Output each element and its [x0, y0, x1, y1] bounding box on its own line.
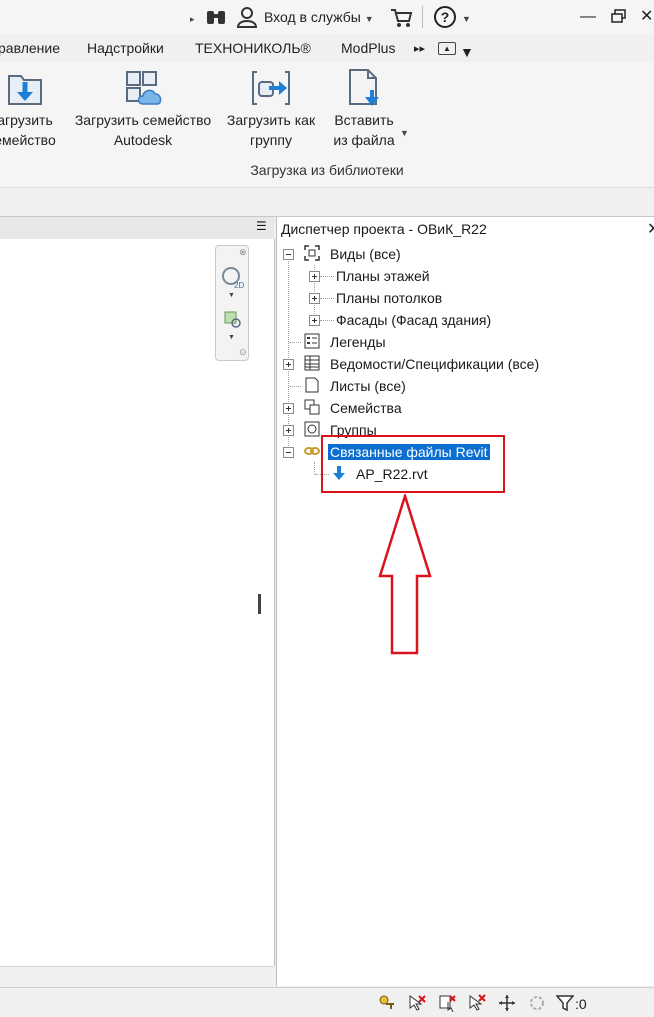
- link-icon: [304, 447, 320, 455]
- view-menu-icon[interactable]: ☰: [256, 219, 267, 233]
- groups-icon: [304, 421, 320, 437]
- expand-toggle[interactable]: [283, 425, 294, 436]
- insert-dropdown-icon[interactable]: ▼: [400, 128, 409, 138]
- insert-from-file-button[interactable]: Вставить из файла: [324, 66, 404, 150]
- title-bar: ▸ Вход в службы ▼ ? ▼ — ✕: [0, 0, 654, 34]
- load-as-group-icon: [252, 71, 290, 105]
- user-icon[interactable]: [236, 6, 258, 28]
- load-family-label: агрузить емейство: [0, 112, 56, 148]
- navbar-close-icon[interactable]: ⊗: [239, 247, 247, 258]
- tab-modplus[interactable]: ModPlus: [341, 40, 395, 56]
- signin-label: Вход в службы: [264, 9, 361, 25]
- navigation-bar: ⊗ 2D ▼ ▼ ⊙: [215, 245, 249, 361]
- schedule-icon: [304, 355, 320, 371]
- separator: [422, 6, 423, 28]
- browser-title: Диспетчер проекта - ОВиК_R22: [281, 221, 487, 237]
- tree-node-views[interactable]: Виды (все): [330, 243, 401, 265]
- tree-node-legends[interactable]: Легенды: [330, 331, 386, 353]
- views-icon: [304, 245, 320, 261]
- tree-node-families[interactable]: Семейства: [330, 397, 402, 419]
- load-family-button[interactable]: агрузить емейство: [0, 66, 70, 150]
- insert-from-file-icon: [349, 69, 379, 106]
- zoom-region-icon[interactable]: [223, 310, 243, 330]
- tree-line: [320, 276, 334, 277]
- ribbon-minimize-icon[interactable]: ▲: [438, 42, 456, 55]
- select-links-icon[interactable]: [408, 994, 426, 1012]
- wheel-dropdown-icon[interactable]: ▼: [228, 292, 235, 299]
- ribbon-tabs: равление Надстройки ТЕХНОНИКОЛЬ® ModPlus…: [0, 36, 654, 62]
- tree-node-ceiling-plans[interactable]: Планы потолков: [336, 287, 442, 309]
- restore-icon[interactable]: [611, 9, 627, 23]
- steering-wheel-2d-icon[interactable]: 2D: [221, 266, 245, 290]
- tab-management[interactable]: равление: [0, 40, 60, 56]
- minimize-icon[interactable]: —: [580, 6, 596, 28]
- dropdown-caret-icon[interactable]: ▸: [190, 6, 195, 28]
- drag-elements-icon[interactable]: [528, 994, 546, 1012]
- filter-icon[interactable]: [556, 994, 574, 1012]
- highlight-box: [321, 435, 505, 493]
- up-arrow-annotation: [378, 494, 432, 655]
- filter-count: :0: [575, 996, 587, 1012]
- ribbon-panel: агрузить емейство Загрузить семейство Au…: [0, 62, 654, 188]
- tab-addins[interactable]: Надстройки: [87, 40, 164, 56]
- load-as-group-label: Загрузить как группу: [226, 112, 316, 148]
- load-autodesk-family-button[interactable]: Загрузить семейство Autodesk: [68, 66, 218, 150]
- cart-icon[interactable]: [389, 6, 413, 28]
- status-bar: :0: [0, 987, 654, 1017]
- families-icon: [304, 399, 320, 415]
- svg-text:?: ?: [441, 9, 450, 25]
- more-tabs-icon[interactable]: ▸▸: [414, 42, 425, 55]
- load-autodesk-family-icon: [126, 71, 162, 105]
- tree-line: [320, 320, 334, 321]
- tree-node-sheets[interactable]: Листы (все): [330, 375, 406, 397]
- tree-node-schedules[interactable]: Ведомости/Спецификации (все): [330, 353, 539, 375]
- tree-line: [320, 298, 334, 299]
- tree-node-floor-plans[interactable]: Планы этажей: [336, 265, 430, 287]
- expand-toggle[interactable]: [283, 359, 294, 370]
- tree-line: [289, 342, 301, 343]
- legend-icon: [304, 333, 320, 349]
- close-window-icon[interactable]: ✕: [640, 6, 653, 28]
- tab-technonicol[interactable]: ТЕХНОНИКОЛЬ®: [195, 40, 311, 56]
- load-autodesk-family-label: Загрузить семейство Autodesk: [74, 112, 212, 148]
- collapse-toggle[interactable]: [283, 447, 294, 458]
- panel-title: Загрузка из библиотеки: [250, 162, 404, 178]
- horizontal-scrollbar[interactable]: [0, 966, 274, 985]
- splitter-grip[interactable]: [258, 594, 261, 614]
- tree-line: [314, 462, 315, 474]
- browser-close-button[interactable]: ✕: [647, 219, 654, 239]
- help-icon[interactable]: ?: [433, 5, 457, 29]
- collapse-toggle[interactable]: [283, 249, 294, 260]
- expand-toggle[interactable]: [309, 315, 320, 326]
- ribbon-sub-bar: [0, 188, 654, 217]
- tree-node-elevations[interactable]: Фасады (Фасад здания): [336, 309, 491, 331]
- navbar-options-icon[interactable]: ⊙: [239, 347, 247, 358]
- zoom-dropdown-icon[interactable]: ▼: [228, 334, 235, 341]
- select-pinned-icon[interactable]: [468, 994, 486, 1012]
- help-dropdown-icon[interactable]: ▼: [462, 6, 471, 28]
- view-header: ☰: [0, 217, 274, 240]
- expand-toggle[interactable]: [309, 271, 320, 282]
- load-family-icon: [8, 75, 42, 105]
- expand-toggle[interactable]: [283, 403, 294, 414]
- tree-line: [289, 386, 301, 387]
- expand-toggle[interactable]: [309, 293, 320, 304]
- signin-menu[interactable]: Вход в службы ▼: [264, 6, 374, 28]
- worksets-icon[interactable]: [378, 994, 396, 1012]
- svg-text:2D: 2D: [234, 281, 244, 290]
- select-underlay-icon[interactable]: [438, 994, 456, 1012]
- load-as-group-button[interactable]: Загрузить как группу: [220, 66, 322, 150]
- sheets-icon: [305, 377, 319, 393]
- binoculars-icon[interactable]: [205, 8, 227, 26]
- select-by-face-icon[interactable]: [498, 994, 516, 1012]
- insert-from-file-label: Вставить из файла: [333, 112, 395, 148]
- ribbon-options-caret-icon[interactable]: ▼: [460, 44, 474, 60]
